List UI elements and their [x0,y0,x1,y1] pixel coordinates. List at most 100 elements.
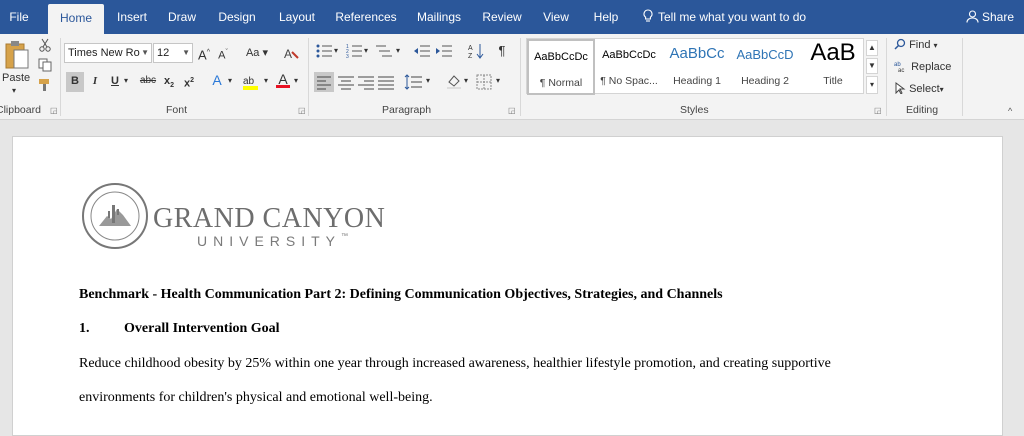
strikethrough-button[interactable]: abc [138,72,158,90]
select-button[interactable]: Select▾ [894,82,944,95]
align-center-icon[interactable] [338,74,354,90]
align-right-icon[interactable] [358,74,374,90]
increase-indent-icon[interactable] [436,44,452,58]
tab-home[interactable]: Home [48,4,104,34]
clipboard-group-label: Clipboard [0,104,41,116]
style-heading-1[interactable]: AaBbCc Heading 1 [663,39,731,95]
cut-icon[interactable] [38,38,52,52]
subscript-button[interactable]: x2 [162,72,176,95]
decrease-indent-icon[interactable] [414,44,430,58]
style-preview: AaBbCcDc [602,49,656,61]
tab-help[interactable]: Help [588,0,624,34]
font-size-combo[interactable]: 12 ▼ [153,43,193,63]
borders-dropdown-icon[interactable]: ▾ [494,72,502,90]
tab-draw[interactable]: Draw [164,0,200,34]
clipboard-launcher-icon[interactable]: ◲ [50,106,58,115]
bullets-dropdown-icon[interactable]: ▾ [332,42,340,60]
change-case-button[interactable]: Aa ▾ [244,44,270,62]
tab-design[interactable]: Design [214,0,260,34]
paste-dropdown-icon[interactable]: ▾ [12,86,16,95]
logo-wordmark: GRAND CANYON [153,203,386,234]
style-heading-2[interactable]: AaBbCcD Heading 2 [731,39,799,95]
font-launcher-icon[interactable]: ◲ [298,106,306,115]
tab-references[interactable]: References [334,0,398,34]
text-effects-dropdown-icon[interactable]: ▾ [226,72,234,90]
bold-button[interactable]: B [66,72,84,92]
style-name: Heading 1 [673,75,721,87]
text-effects-button[interactable]: A [210,71,224,89]
replace-button[interactable]: ab ac Replace [894,60,951,74]
chevron-down-icon: ▼ [141,48,149,57]
line-spacing-icon[interactable] [404,74,422,90]
select-label: Select [909,83,940,95]
multilevel-dropdown-icon[interactable]: ▾ [394,42,402,60]
tab-layout[interactable]: Layout [274,0,320,34]
font-color-button[interactable]: A [276,70,290,88]
tab-insert[interactable]: Insert [112,0,152,34]
clear-formatting-icon[interactable]: A [284,46,300,60]
lightbulb-icon [643,9,653,22]
svg-text:A: A [284,47,292,60]
grow-font-button[interactable]: A^ [197,44,211,64]
numbering-dropdown-icon[interactable]: ▾ [362,42,370,60]
document-area: GRAND CANYON UNIVERSITY™ Benchmark - Hea… [0,121,1024,436]
document-page[interactable]: GRAND CANYON UNIVERSITY™ Benchmark - Hea… [12,136,1003,436]
shrink-font-button[interactable]: Aˇ [216,44,230,65]
styles-launcher-icon[interactable]: ◲ [874,106,882,115]
align-left-icon[interactable] [314,72,334,92]
styles-scroll-down-icon[interactable]: ▼ [866,58,878,74]
copy-icon[interactable] [38,58,52,72]
style-name: Title [823,75,843,87]
paragraph-launcher-icon[interactable]: ◲ [508,106,516,115]
font-name-combo[interactable]: Times New Ro ▼ [64,43,152,63]
highlight-dropdown-icon[interactable]: ▾ [262,72,270,90]
tab-view[interactable]: View [538,0,574,34]
cursor-arrow-icon [895,82,906,95]
underline-dropdown-icon[interactable]: ▾ [122,72,130,90]
font-group-label: Font [166,104,188,116]
bullets-icon[interactable] [316,44,332,58]
font-size-value: 12 [157,47,170,59]
paragraph-line: environments for children's physical and… [79,390,433,405]
line-spacing-dropdown-icon[interactable]: ▾ [424,72,432,90]
styles-more-icon[interactable]: ▾ [866,76,878,94]
paste-label[interactable]: Paste [2,72,30,84]
highlight-icon[interactable]: ab [242,73,260,91]
format-painter-icon[interactable] [38,78,52,92]
share-button[interactable]: Share [966,0,1014,34]
font-color-dropdown-icon[interactable]: ▾ [292,72,300,90]
shading-dropdown-icon[interactable]: ▾ [462,72,470,90]
logo-subword: UNIVERSITY™ [197,233,348,249]
find-button[interactable]: Find ▾ [894,38,938,51]
collapse-ribbon-icon[interactable]: ^ [1008,106,1012,116]
shading-icon[interactable] [446,73,462,89]
tab-file[interactable]: File [4,0,34,34]
share-label: Share [981,10,1014,24]
style-preview: AaBbCcD [736,47,794,62]
paste-icon[interactable] [4,40,30,70]
tab-mailings[interactable]: Mailings [412,0,466,34]
style-no-spacing[interactable]: AaBbCcDc ¶ No Spac... [595,39,663,95]
divider [886,38,887,116]
borders-icon[interactable] [476,74,492,90]
tell-me-box[interactable]: Tell me what you want to do [642,0,806,34]
justify-icon[interactable] [378,74,394,90]
styles-group-label: Styles [680,104,709,116]
superscript-button[interactable]: x2 [182,72,196,93]
italic-button[interactable]: I [88,72,102,90]
find-icon [894,38,906,50]
style-normal[interactable]: AaBbCcDc ¶ Normal [527,39,595,95]
tab-review[interactable]: Review [480,0,524,34]
find-label: Find [909,39,931,51]
numbering-icon[interactable]: 123 [346,44,362,58]
underline-button[interactable]: U [108,72,122,90]
styles-scroll-up-icon[interactable]: ▲ [866,40,878,56]
font-name-value: Times New Ro [68,47,140,59]
style-preview: AaBbCcDc [534,51,588,63]
sort-icon[interactable]: AZ [468,43,484,59]
multilevel-list-icon[interactable] [376,44,392,58]
chevron-down-icon: ▼ [182,48,190,57]
tell-me-text: Tell me what you want to do [658,10,807,24]
show-formatting-marks-icon[interactable]: ¶ [496,42,508,60]
style-title[interactable]: AaB Title [799,39,867,95]
